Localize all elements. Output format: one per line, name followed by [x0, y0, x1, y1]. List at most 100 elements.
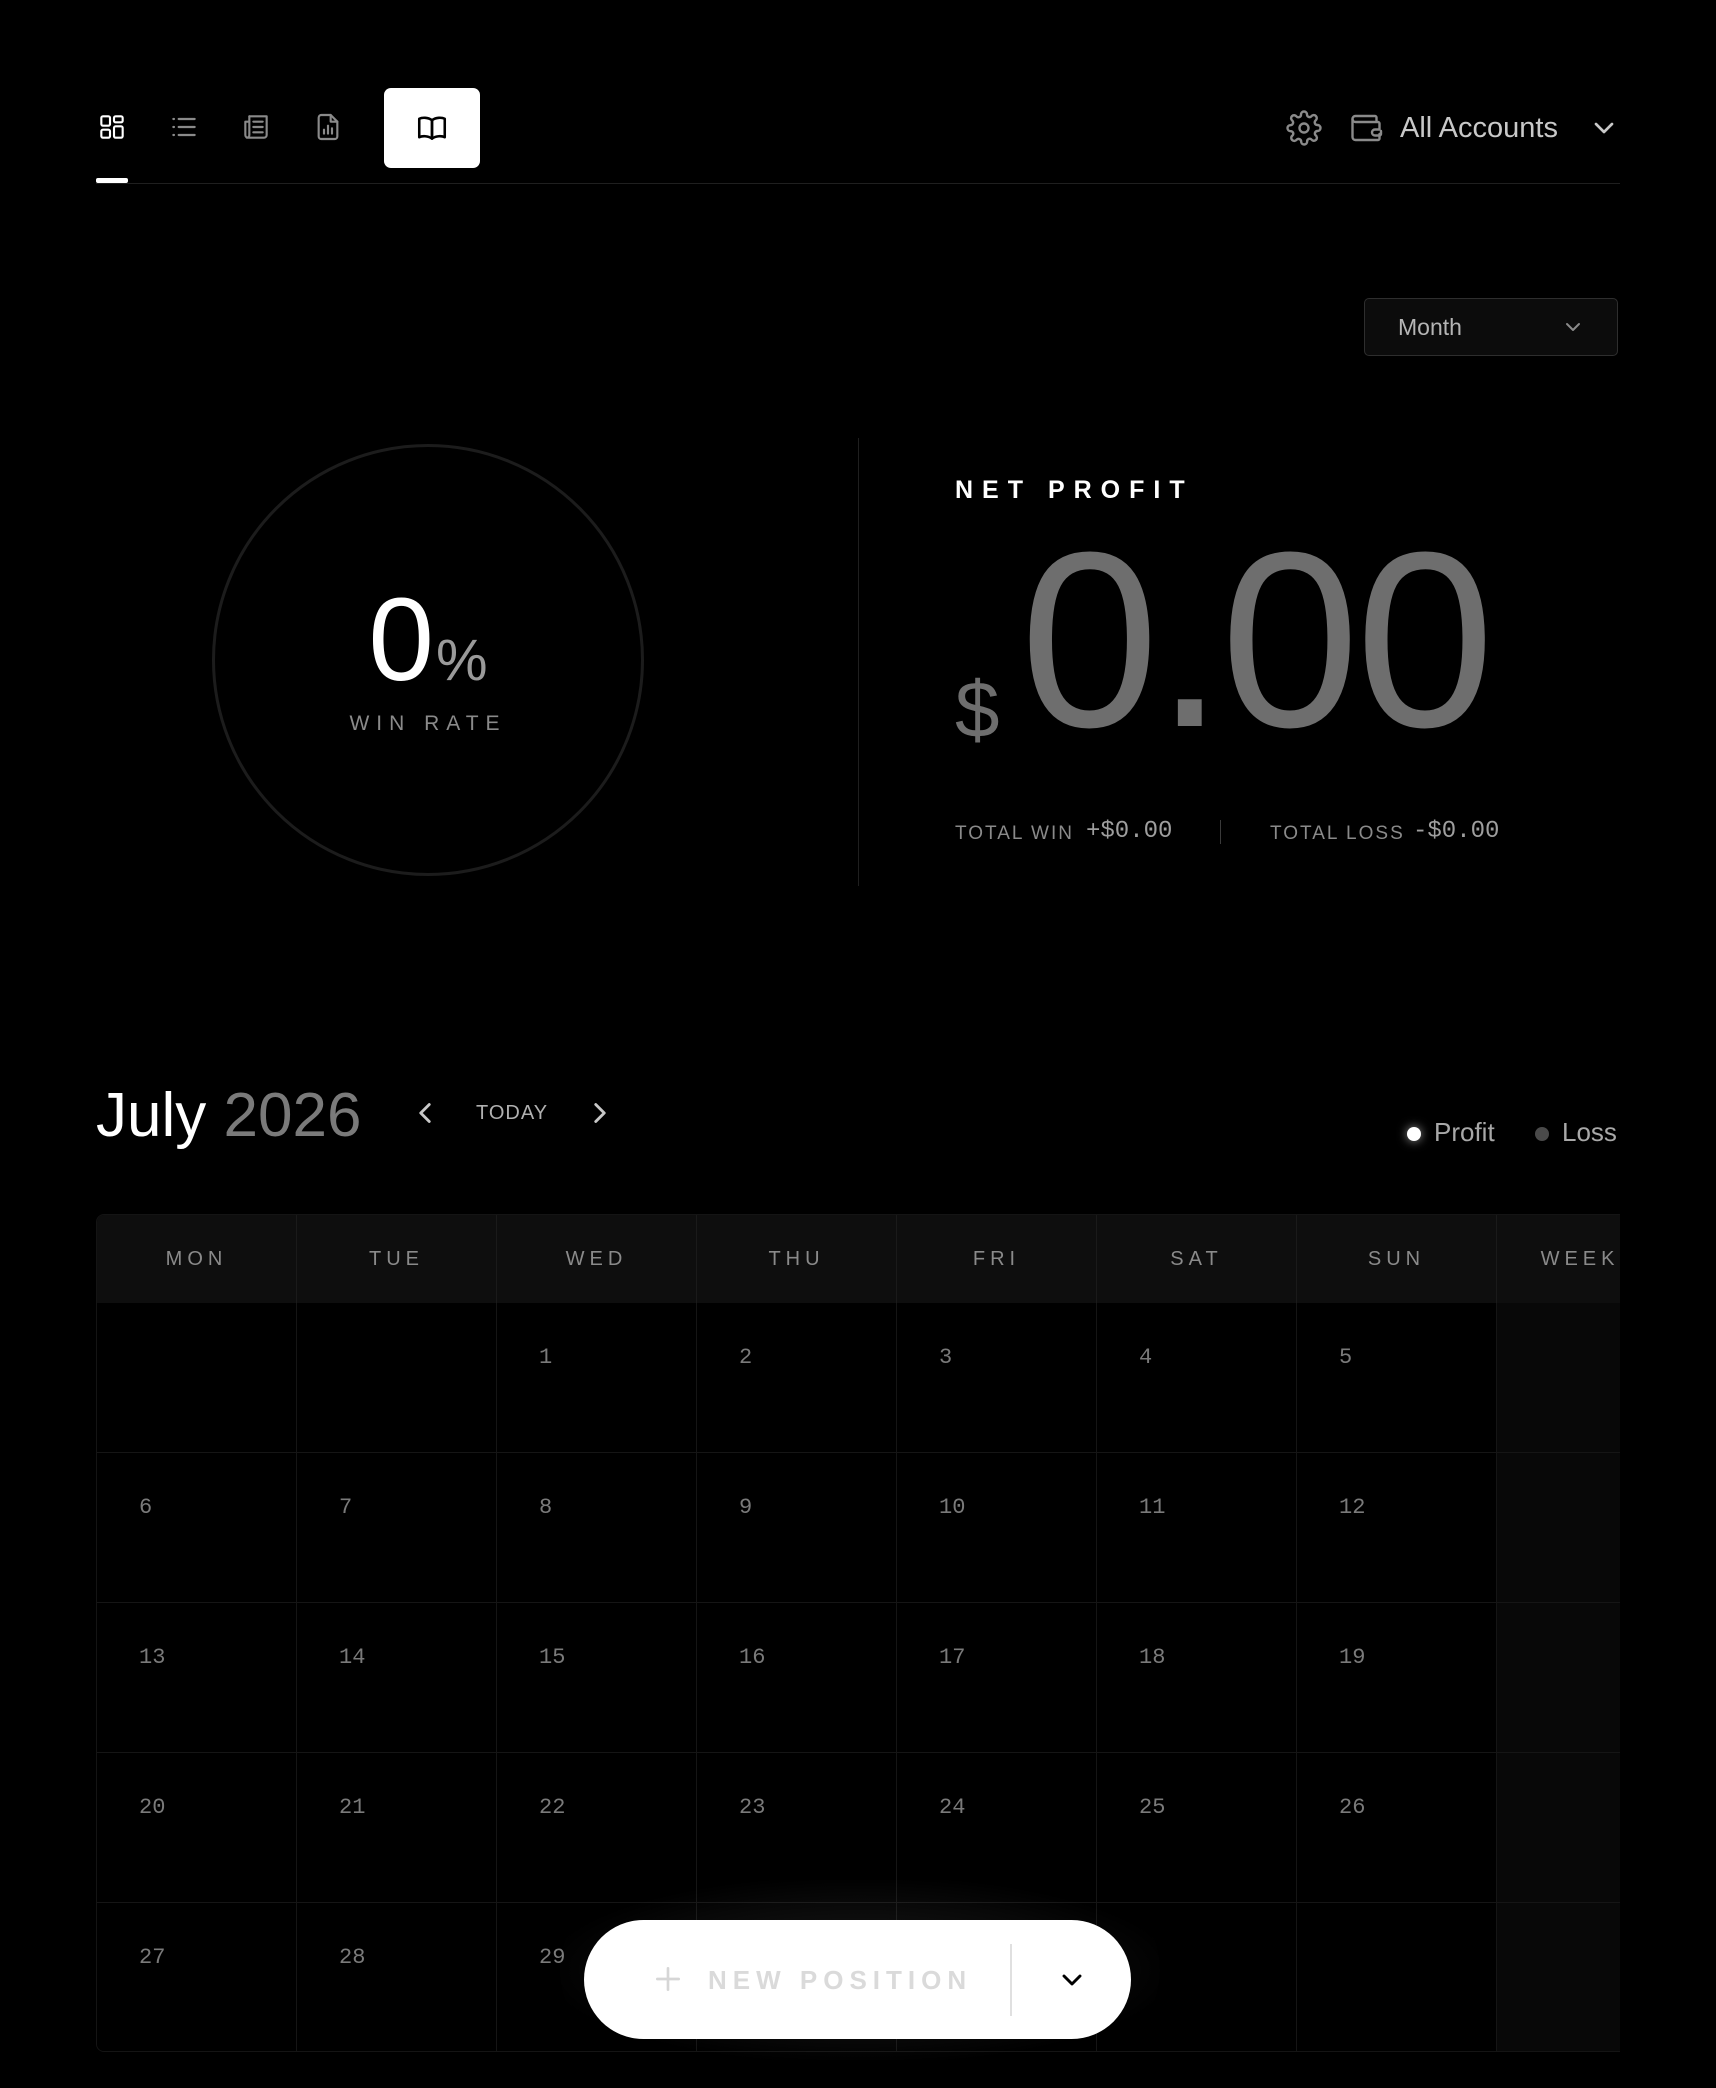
- calendar-day-cell[interactable]: 15: [497, 1603, 697, 1753]
- legend-profit-label: Profit: [1434, 1117, 1495, 1147]
- settings-button[interactable]: [1286, 110, 1322, 146]
- calendar-day-number: 24: [939, 1795, 966, 1820]
- weekday-header-sat: SAT: [1097, 1215, 1297, 1303]
- calendar-day-number: 27: [139, 1945, 166, 1970]
- active-tab-indicator: [96, 178, 128, 183]
- calendar-day-cell[interactable]: 13: [97, 1603, 297, 1753]
- calendar-day-cell[interactable]: 16: [697, 1603, 897, 1753]
- calendar-day-cell[interactable]: 11: [1097, 1453, 1297, 1603]
- weekly-summary-cell: [1497, 1753, 1620, 1903]
- weekly-summary-cell: [1497, 1303, 1620, 1453]
- weekly-summary-cell: [1497, 1603, 1620, 1753]
- calendar-day-number: 10: [939, 1495, 966, 1520]
- win-rate-label: WIN RATE: [349, 712, 507, 735]
- total-win-label: TOTAL WIN: [955, 823, 1074, 844]
- weekday-header-mon: MON: [97, 1215, 297, 1303]
- legend-profit-dot: [1407, 1127, 1421, 1141]
- account-wallet[interactable]: [1348, 110, 1384, 146]
- calendar-day-number: 16: [739, 1645, 766, 1670]
- calendar-day-cell[interactable]: 21: [297, 1753, 497, 1903]
- win-rate-unit: %: [436, 628, 488, 693]
- calendar-day-number: 15: [539, 1645, 566, 1670]
- calendar-day-cell[interactable]: 20: [97, 1753, 297, 1903]
- calendar-day-number: 6: [139, 1495, 153, 1520]
- calendar-day-cell[interactable]: 8: [497, 1453, 697, 1603]
- calendar-day-cell[interactable]: [297, 1303, 497, 1453]
- weekday-header-tue: TUE: [297, 1215, 497, 1303]
- journal-button[interactable]: [384, 88, 480, 168]
- calendar-day-cell[interactable]: 14: [297, 1603, 497, 1753]
- calendar-day-cell[interactable]: 4: [1097, 1303, 1297, 1453]
- legend-loss-label: Loss: [1562, 1117, 1617, 1147]
- news-tab[interactable]: [233, 104, 279, 150]
- calendar-day-cell[interactable]: 1: [497, 1303, 697, 1453]
- account-select-chevron[interactable]: [1588, 112, 1620, 144]
- gear-icon: [1286, 110, 1322, 146]
- dashboard-tab[interactable]: [89, 104, 135, 150]
- calendar-day-cell[interactable]: 10: [897, 1453, 1097, 1603]
- plus-icon[interactable]: [652, 1963, 684, 1995]
- calendar-day-cell[interactable]: 3: [897, 1303, 1097, 1453]
- calendar-day-cell[interactable]: 18: [1097, 1603, 1297, 1753]
- positions-list-tab[interactable]: [161, 104, 207, 150]
- calendar-day-cell[interactable]: [97, 1303, 297, 1453]
- weekday-header-sun: SUN: [1297, 1215, 1497, 1303]
- calendar-day-number: 22: [539, 1795, 566, 1820]
- calendar-day-number: 4: [1139, 1345, 1153, 1370]
- calendar-day-cell[interactable]: 26: [1297, 1753, 1497, 1903]
- calendar-day-cell[interactable]: 2: [697, 1303, 897, 1453]
- weekday-header-wed: WED: [497, 1215, 697, 1303]
- calendar-day-number: 18: [1139, 1645, 1166, 1670]
- calendar-day-number: 26: [1339, 1795, 1366, 1820]
- total-loss-label: TOTAL LOSS: [1270, 823, 1405, 844]
- calendar-day-number: 17: [939, 1645, 966, 1670]
- chevron-down-icon: [1561, 315, 1585, 339]
- weekday-header-fri: FRI: [897, 1215, 1097, 1303]
- previous-month-button[interactable]: [408, 1096, 442, 1130]
- calendar-day-cell[interactable]: 28: [297, 1903, 497, 2051]
- calendar-day-number: 13: [139, 1645, 166, 1670]
- stats-divider: [858, 438, 859, 886]
- calendar-day-cell[interactable]: 5: [1297, 1303, 1497, 1453]
- chevron-left-icon: [419, 1103, 431, 1123]
- calendar-day-number: 5: [1339, 1345, 1353, 1370]
- calendar-day-cell[interactable]: 17: [897, 1603, 1097, 1753]
- net-profit-amount: 0.00: [1020, 500, 1495, 779]
- news-icon: [244, 115, 268, 139]
- account-select-label[interactable]: All Accounts: [1400, 110, 1558, 146]
- calendar-day-number: 21: [339, 1795, 366, 1820]
- today-button[interactable]: TODAY: [476, 1102, 548, 1125]
- calendar-day-cell[interactable]: 12: [1297, 1453, 1497, 1603]
- calendar-day-cell[interactable]: 25: [1097, 1753, 1297, 1903]
- fab-separator: [1010, 1944, 1012, 2016]
- weekday-header-weekly: WEEKLY: [1497, 1215, 1620, 1303]
- net-profit-currency: $: [955, 665, 1000, 754]
- calendar-day-number: 25: [1139, 1795, 1166, 1820]
- calendar-day-cell[interactable]: 6: [97, 1453, 297, 1603]
- calendar-day-cell[interactable]: 9: [697, 1453, 897, 1603]
- total-win-value: +$0.00: [1086, 818, 1173, 845]
- win-rate-value: 0%: [212, 580, 644, 700]
- calendar-day-number: 2: [739, 1345, 753, 1370]
- period-select-value: Month: [1398, 314, 1462, 340]
- list-icon: [172, 117, 196, 137]
- weekly-summary-cell: [1497, 1453, 1620, 1603]
- new-position-button[interactable]: NEW POSITION: [708, 1965, 972, 1996]
- new-position-options-button[interactable]: [1056, 1964, 1088, 1996]
- calendar-day-cell[interactable]: 7: [297, 1453, 497, 1603]
- calendar-day-cell[interactable]: [1297, 1903, 1497, 2051]
- calendar-year: 2026: [223, 1081, 362, 1150]
- legend-loss-dot: [1535, 1127, 1549, 1141]
- reports-tab[interactable]: [305, 104, 351, 150]
- calendar-title: July 2026: [96, 1076, 361, 1156]
- calendar-day-number: 9: [739, 1495, 753, 1520]
- weekday-header-thu: THU: [697, 1215, 897, 1303]
- next-month-button[interactable]: [583, 1096, 617, 1130]
- calendar-day-cell[interactable]: 19: [1297, 1603, 1497, 1753]
- calendar-day-cell[interactable]: 27: [97, 1903, 297, 2051]
- calendar-weekday-header: MON TUE WED THU FRI SAT SUN WEEKLY: [97, 1215, 1620, 1304]
- weekly-summary-cell: [1497, 1903, 1620, 2051]
- total-loss-value: -$0.00: [1413, 818, 1500, 845]
- calendar-day-number: 28: [339, 1945, 366, 1970]
- period-select[interactable]: Month: [1364, 298, 1618, 356]
